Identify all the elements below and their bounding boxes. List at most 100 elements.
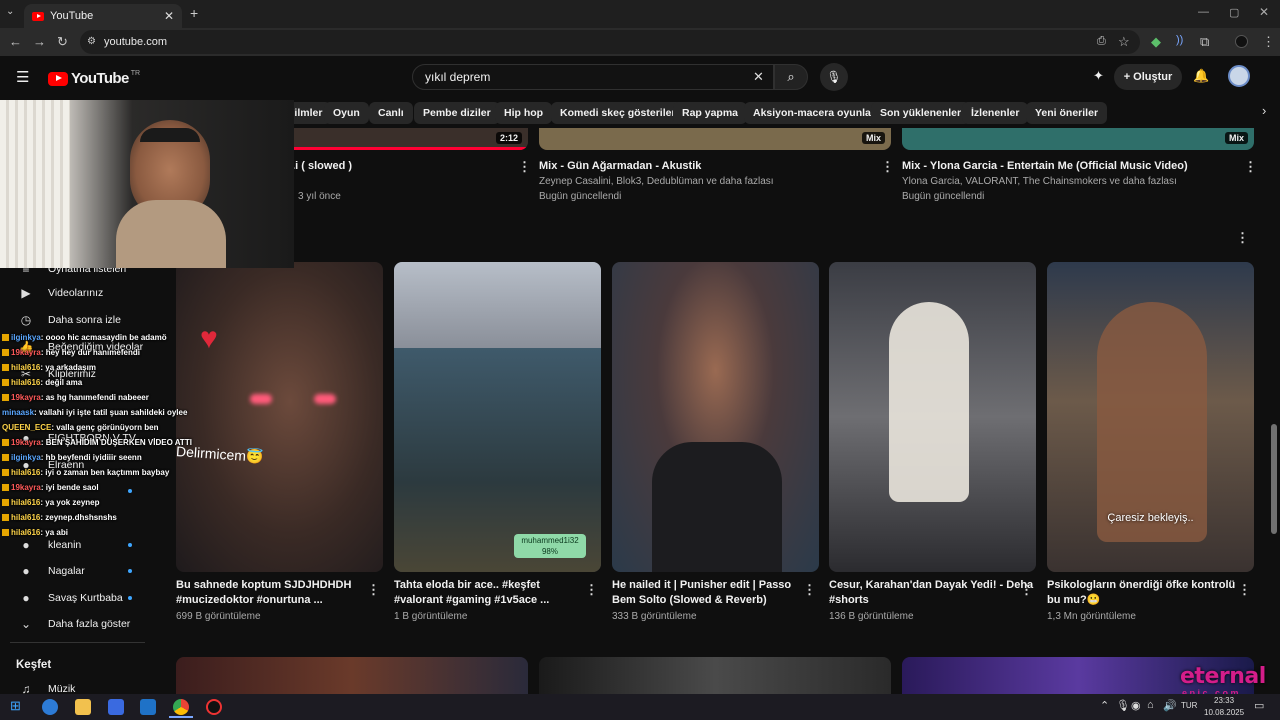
tray-time[interactable]: 23:33 <box>1214 696 1234 705</box>
more-options-icon[interactable]: ⋮ <box>1244 159 1257 175</box>
cast-icon[interactable]: ✦ <box>1093 68 1104 84</box>
tray-language[interactable]: TUR <box>1181 701 1197 710</box>
thumbnail-bottom-1[interactable] <box>539 657 891 694</box>
video-title[interactable]: Mix - Ylona Garcia - Entertain Me (Offic… <box>902 159 1188 174</box>
short-thumbnail-2[interactable] <box>612 262 819 572</box>
chat-badge-icon <box>2 484 9 491</box>
chat-badge-icon <box>2 334 9 341</box>
store-icon[interactable] <box>108 699 124 715</box>
chip-3[interactable]: Pembe diziler <box>414 102 500 124</box>
close-window-icon[interactable]: ✕ <box>1259 5 1269 19</box>
more-options-icon[interactable]: ⋮ <box>803 582 816 598</box>
short-title[interactable]: Psikologların önerdiği öfke kontrolü bu m… <box>1047 578 1235 608</box>
video-title[interactable]: ...i ( slowed ) <box>286 159 352 174</box>
tray-date[interactable]: 10.08.2025 <box>1204 708 1244 717</box>
search-button[interactable]: ⌕ <box>774 64 808 90</box>
chip-4[interactable]: Hip hop <box>495 102 553 124</box>
voice-search-button[interactable]: 🎙 <box>820 63 848 91</box>
sidebar-item-your-videos[interactable]: ▶ Videolarınız <box>16 282 103 304</box>
chip-7[interactable]: Aksiyon-macera oyunları <box>744 102 887 124</box>
blush-sticker <box>314 394 336 404</box>
tab-search-icon[interactable]: ⌄ <box>6 6 14 17</box>
duration-badge: 2:12 <box>495 132 522 144</box>
obs-icon[interactable] <box>206 699 222 715</box>
more-options-icon[interactable]: ⋮ <box>585 582 598 598</box>
profile-icon[interactable] <box>1235 35 1248 48</box>
sidebar-item-watch-later[interactable]: ◷ Daha sonra izle <box>16 309 121 331</box>
short-title[interactable]: Cesur, Karahan'dan Dayak Yedi! - Deha #sh… <box>829 578 1033 608</box>
shelf-more-options-icon[interactable]: ⋮ <box>1236 230 1249 246</box>
short-thumbnail-3[interactable] <box>829 262 1036 572</box>
install-app-icon[interactable]: ⎙ <box>1097 35 1106 48</box>
chip-2[interactable]: Canlı <box>369 102 413 124</box>
tab-youtube[interactable]: YouTube ✕ <box>24 4 182 28</box>
chip-6[interactable]: Rap yapma <box>673 102 748 124</box>
extension-wave-icon[interactable]: )) <box>1176 34 1183 46</box>
bookmark-star-icon[interactable]: ☆ <box>1118 34 1130 50</box>
chip-5[interactable]: Komedi skeç gösterileri <box>551 102 688 124</box>
site-info-icon[interactable]: ⚙ <box>87 36 96 47</box>
maximize-icon[interactable]: ▢ <box>1229 6 1239 19</box>
extensions-puzzle-icon[interactable]: ⧉ <box>1200 34 1209 50</box>
search-input[interactable]: yıkıl deprem ✕ <box>412 64 774 90</box>
tray-volume-icon[interactable]: 🔊 <box>1163 699 1177 712</box>
chip-1[interactable]: Oyun <box>324 102 369 124</box>
chat-user: hilal616 <box>11 498 41 507</box>
minimize-icon[interactable]: — <box>1198 6 1209 18</box>
clock-icon: ◷ <box>20 313 32 327</box>
hamburger-menu-icon[interactable]: ☰ <box>16 68 29 86</box>
chip-9[interactable]: İzlenenler <box>962 102 1029 124</box>
outlook-icon[interactable] <box>140 699 156 715</box>
sidebar-subscription[interactable]: ● Nagalar <box>16 560 84 582</box>
forward-icon[interactable]: → <box>33 34 46 49</box>
back-icon[interactable]: ← <box>9 34 22 49</box>
sidebar-item-label: Daha sonra izle <box>48 314 121 326</box>
video-updated: Bugün güncellendi <box>902 191 985 202</box>
tray-wifi-icon[interactable]: ◉ <box>1131 699 1141 712</box>
edge-browser-icon[interactable] <box>42 699 58 715</box>
short-title[interactable]: Tahta eloda bir ace.. #keşfet #valorant #… <box>394 578 549 608</box>
youtube-logo[interactable]: YouTube TR <box>48 70 140 87</box>
file-explorer-icon[interactable] <box>75 699 91 715</box>
short-title[interactable]: He nailed it | Punisher edit | Passo Bem … <box>612 578 791 608</box>
clear-search-icon[interactable]: ✕ <box>753 65 764 89</box>
chip-8[interactable]: Son yüklenenler <box>871 102 971 124</box>
more-options-icon[interactable]: ⋮ <box>518 159 531 175</box>
tray-chevron-up-icon[interactable]: ⌃ <box>1100 699 1109 712</box>
sidebar-show-more[interactable]: ⌄ Daha fazla göster <box>16 613 130 635</box>
tray-network-icon[interactable]: ⌂ <box>1147 699 1154 711</box>
notifications-icon[interactable]: ▭ <box>1254 699 1264 712</box>
short-thumbnail-4[interactable]: Çaresiz bekleyiş.. <box>1047 262 1254 572</box>
tab-close-icon[interactable]: ✕ <box>164 9 174 23</box>
browser-menu-icon[interactable]: ⋮ <box>1262 34 1275 50</box>
short-thumbnail-1[interactable]: muhammed1i32 98% <box>394 262 601 572</box>
chrome-icon[interactable] <box>173 699 189 715</box>
thumbnail-bottom-0[interactable] <box>176 657 528 694</box>
thumbnail-top-1[interactable]: Mix <box>539 128 891 150</box>
windows-start-icon[interactable]: ⊞ <box>10 698 21 714</box>
more-options-icon[interactable]: ⋮ <box>1238 582 1251 598</box>
short-title-line: Psikologların önerdiği öfke kontrolü <box>1047 579 1236 591</box>
short-title-line: #mucizedoktor #onurtuna ... <box>176 594 323 606</box>
sidebar-item-label: Daha fazla göster <box>48 618 131 630</box>
new-tab-button[interactable]: + <box>190 5 198 21</box>
more-options-icon[interactable]: ⋮ <box>881 159 894 175</box>
more-options-icon[interactable]: ⋮ <box>367 582 380 598</box>
video-title[interactable]: Mix - Gün Ağarmadan - Akustik <box>539 159 701 174</box>
short-thumbnail-0[interactable]: ♥ Delirmicem😇 <box>176 262 383 572</box>
user-avatar[interactable] <box>1228 65 1250 87</box>
create-button[interactable]: + Oluştur <box>1114 64 1182 90</box>
sidebar-subscription[interactable]: ● kleanin <box>16 534 81 556</box>
page-scrollbar[interactable] <box>1271 424 1277 534</box>
url-field[interactable]: youtube.com <box>80 30 1140 54</box>
more-options-icon[interactable]: ⋮ <box>1020 582 1033 598</box>
notifications-bell-icon[interactable]: 🔔 <box>1193 68 1209 84</box>
short-title[interactable]: Bu sahnede koptum SJDJHDHDH #mucizedoktor… <box>176 578 351 608</box>
extension-shield-icon[interactable]: ◆ <box>1151 34 1161 50</box>
chips-next-icon[interactable]: › <box>1262 103 1266 118</box>
sidebar-subscription[interactable]: ● Savaş Kurtbaba <box>16 587 122 609</box>
thumbnail-top-2[interactable]: Mix <box>902 128 1254 150</box>
chip-10[interactable]: Yeni öneriler <box>1026 102 1108 124</box>
tray-mic-icon[interactable]: 🎙 <box>1116 699 1130 712</box>
reload-icon[interactable]: ↻ <box>57 34 68 50</box>
